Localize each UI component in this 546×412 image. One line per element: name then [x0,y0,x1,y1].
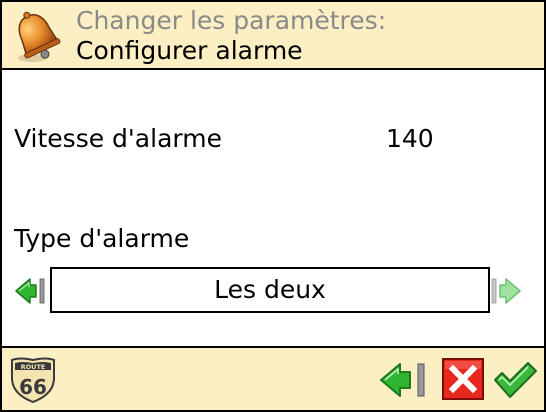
next-option-arrow-icon[interactable] [490,276,522,306]
back-arrow-icon [380,363,425,397]
svg-text:66: 66 [19,375,47,399]
checkmark-icon [494,362,537,398]
ok-button[interactable] [492,360,538,400]
route66-logo-icon: ROUTE 66 [8,356,58,404]
page-title: Configurer alarme [76,36,303,65]
cancel-x-icon [442,358,484,400]
app-window: Changer les paramètres: Configurer alarm… [2,2,544,410]
alarm-type-label: Type d'alarme [14,224,190,253]
header-divider [2,68,544,70]
previous-option-arrow-icon[interactable] [14,276,46,306]
svg-text:ROUTE: ROUTE [21,363,46,371]
back-button[interactable] [378,360,430,400]
footer: ROUTE 66 [2,348,544,410]
bell-icon [8,8,66,66]
alarm-speed-value[interactable]: 140 [386,124,434,154]
header-subtitle: Changer les paramètres: [76,6,387,35]
header: Changer les paramètres: Configurer alarm… [2,2,544,68]
cancel-button[interactable] [442,358,484,400]
alarm-speed-label: Vitesse d'alarme [14,124,222,153]
alarm-type-selector[interactable]: Les deux [50,267,490,313]
alarm-type-value: Les deux [214,275,326,304]
